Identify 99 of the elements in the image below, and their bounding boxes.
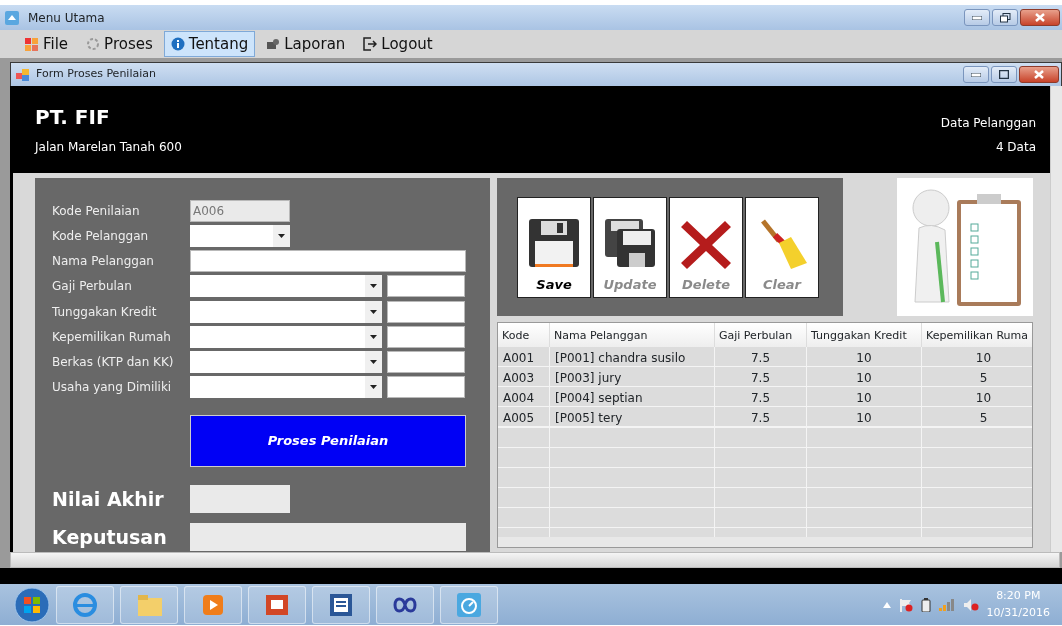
table-cell[interactable]: 7.5: [715, 347, 807, 367]
close-button[interactable]: [1020, 9, 1060, 26]
column-header[interactable]: Nama Pelanggan: [550, 323, 715, 347]
table-cell[interactable]: 10: [807, 407, 922, 427]
table-cell[interactable]: A004: [498, 387, 550, 407]
speaker-icon: [962, 597, 979, 612]
score-field[interactable]: [387, 275, 465, 298]
table-cell[interactable]: 5: [922, 407, 1032, 427]
close-button[interactable]: [1019, 66, 1059, 83]
data-title: Data Pelanggan: [940, 115, 1036, 132]
horizontal-scrollbar[interactable]: [10, 552, 1060, 568]
score-field[interactable]: [387, 300, 465, 323]
field-label: Kepemilikan Rumah: [52, 328, 172, 346]
score-field[interactable]: [387, 325, 465, 348]
table-cell[interactable]: 7.5: [715, 387, 807, 407]
battery-icon: [920, 597, 931, 612]
table-cell[interactable]: [P001] chandra susilo: [550, 347, 715, 367]
field-label: Tunggakan Kredit: [52, 303, 158, 321]
logout-icon: [363, 37, 378, 51]
close-icon: [1034, 70, 1044, 79]
tiles-icon: [25, 37, 39, 51]
column-header[interactable]: Kode: [498, 323, 550, 347]
field-label: Gaji Perbulan: [52, 278, 133, 296]
column-header[interactable]: Tunggakan Kredit: [807, 323, 922, 347]
field-label: Nama Pelanggan: [52, 253, 155, 271]
dropdown-caret-icon: [370, 309, 377, 314]
table-cell[interactable]: A005: [498, 407, 550, 427]
input-field[interactable]: [190, 250, 466, 273]
score-field[interactable]: [387, 375, 465, 398]
table-cell[interactable]: A003: [498, 367, 550, 387]
maximize-icon: [999, 70, 1009, 79]
table-cell[interactable]: 5: [922, 367, 1032, 387]
form-icon: [16, 68, 30, 81]
close-icon: [1035, 13, 1045, 22]
table-cell[interactable]: [P004] septian: [550, 387, 715, 407]
result-label: Nilai Akhir: [52, 486, 165, 512]
minimize-icon: [972, 15, 982, 20]
dropdown[interactable]: [190, 275, 382, 298]
clock-time: 8:20 PM: [995, 588, 1042, 604]
menu-item[interactable]: Laporan: [259, 30, 353, 58]
window-title: Form Proses Penilaian: [36, 66, 156, 83]
column-header[interactable]: Gaji Perbulan: [715, 323, 807, 347]
dropdown[interactable]: [190, 375, 382, 398]
menu-item[interactable]: Proses: [79, 30, 160, 58]
info-icon: [170, 37, 185, 51]
table-cell[interactable]: 10: [807, 347, 922, 367]
maximize-button[interactable]: [991, 66, 1017, 83]
dropdown[interactable]: [190, 225, 290, 248]
field-label: Usaha yang Dimiliki: [52, 378, 173, 396]
result-label: Keputusan: [52, 524, 168, 550]
save-button[interactable]: Save: [517, 196, 591, 298]
dropdown[interactable]: [190, 300, 382, 323]
horizontal-scrollbar[interactable]: [498, 537, 1032, 547]
flag-icon: [898, 597, 913, 612]
field-label: Kode Penilaian: [52, 203, 141, 221]
table-cell[interactable]: 10: [922, 347, 1032, 367]
dropdown[interactable]: [190, 350, 382, 373]
windows-logo-icon: [14, 586, 50, 623]
table-cell[interactable]: 7.5: [715, 367, 807, 387]
taskbar-app[interactable]: [312, 585, 370, 624]
start-button[interactable]: [14, 586, 50, 623]
input-field: A006: [190, 200, 290, 223]
vertical-scrollbar[interactable]: [1050, 86, 1062, 552]
table-cell[interactable]: [P003] jury: [550, 367, 715, 387]
gauge-icon: [455, 590, 483, 619]
clock-date: 10/31/2016: [986, 604, 1050, 621]
restore-icon: [999, 12, 1011, 23]
field-label: Berkas (KTP dan KK): [52, 353, 175, 371]
app-icon: [4, 9, 20, 26]
globe-icon: [71, 590, 99, 619]
data-count: 4 Data: [994, 139, 1036, 156]
score-field[interactable]: [387, 350, 465, 373]
dropdown-caret-icon: [370, 284, 377, 289]
menu-item[interactable]: Tentang: [163, 30, 256, 58]
table-cell[interactable]: 10: [807, 387, 922, 407]
dropdown-caret-icon: [370, 334, 377, 339]
minimize-icon: [971, 72, 981, 77]
company-address: Jalan Marelan Tanah 600: [35, 139, 182, 156]
table-cell[interactable]: A001: [498, 347, 550, 367]
taskbar-app[interactable]: [248, 585, 306, 624]
menu-item[interactable]: Logout: [356, 30, 440, 58]
signal-icon: [938, 598, 955, 611]
table-cell[interactable]: 7.5: [715, 407, 807, 427]
dropdown[interactable]: [190, 325, 382, 348]
table-cell[interactable]: 10: [807, 367, 922, 387]
dropdown-caret-icon: [370, 384, 377, 389]
column-header[interactable]: Kepemilikan Ruma: [922, 323, 1032, 347]
tray-arrow-icon: [882, 601, 891, 608]
table-cell[interactable]: [P005] tery: [550, 407, 715, 427]
restore-button[interactable]: [992, 9, 1018, 26]
window-title: Menu Utama: [28, 9, 105, 27]
dropdown-caret-icon: [370, 359, 377, 364]
field-label: Kode Pelanggan: [52, 228, 150, 246]
table-cell[interactable]: 10: [922, 387, 1032, 407]
taskbar-app[interactable]: [376, 585, 434, 624]
dropdown-caret-icon: [278, 234, 285, 239]
company-name: PT. FIF: [35, 104, 111, 131]
process-button[interactable]: Proses Penilaian: [190, 415, 466, 467]
menu-item[interactable]: File: [18, 30, 76, 58]
